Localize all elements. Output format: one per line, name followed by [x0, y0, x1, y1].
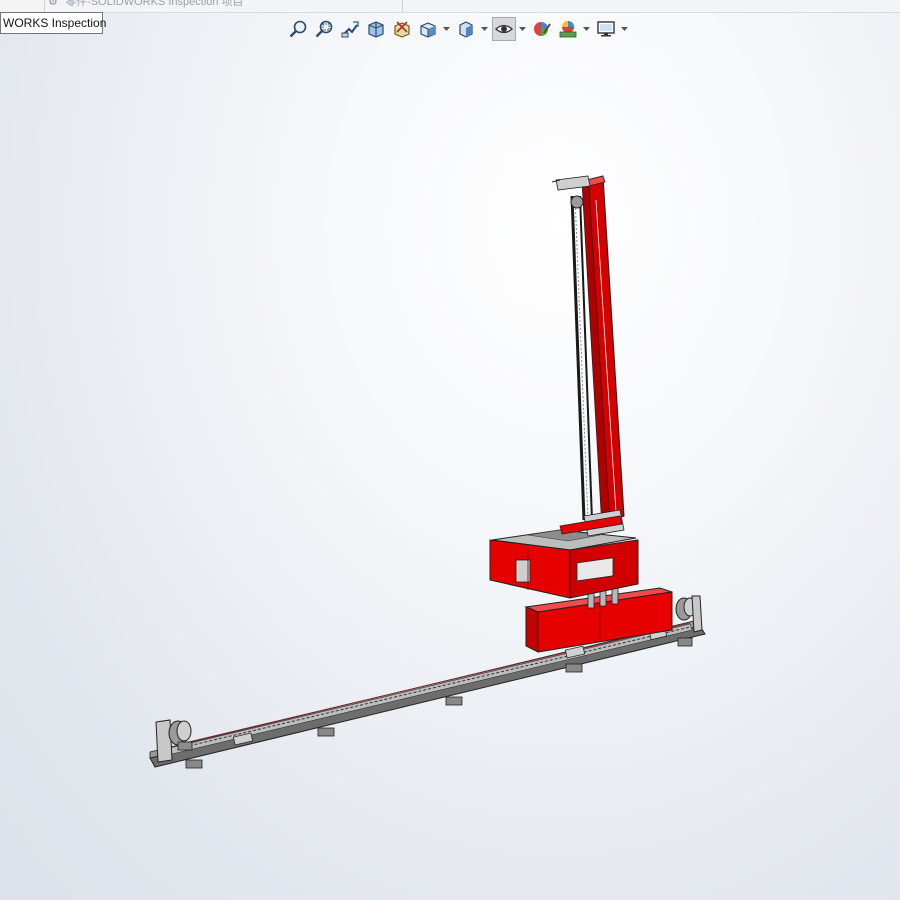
vertical-column[interactable]: [551, 175, 625, 537]
linear-rail[interactable]: [149, 619, 706, 769]
rail-foot: [185, 759, 203, 769]
lift-carriage[interactable]: [489, 529, 639, 599]
rail-foot: [317, 727, 335, 737]
rail-foot: [565, 663, 583, 673]
rail-foot: [677, 637, 693, 647]
graphics-area[interactable]: [0, 0, 900, 900]
rail-foot: [445, 696, 463, 706]
